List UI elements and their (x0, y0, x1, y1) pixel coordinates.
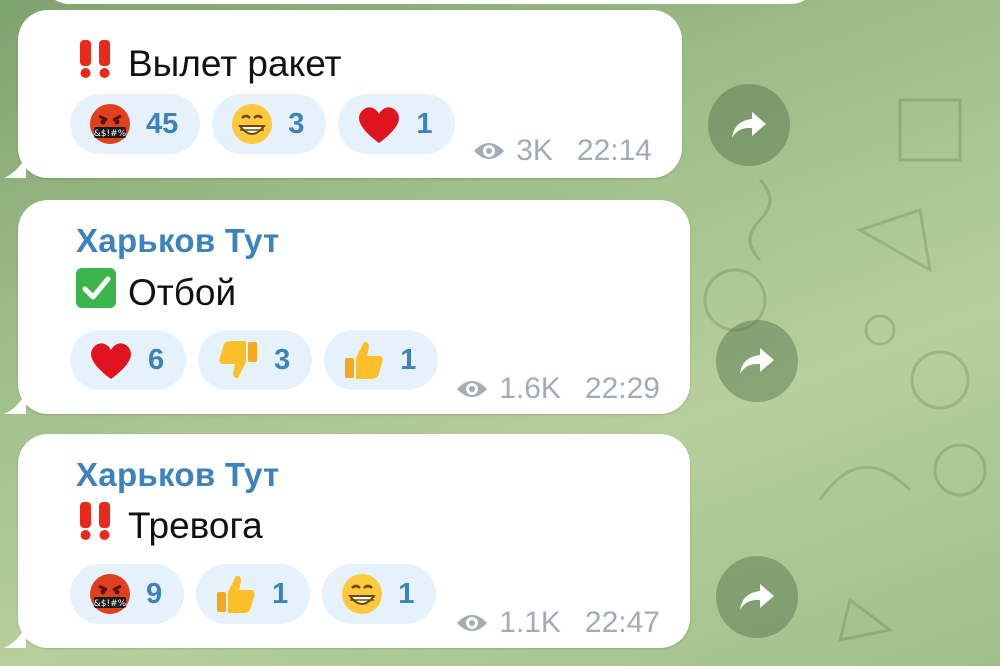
message-meta: 1.6K 22:29 (455, 372, 660, 406)
double-exclamation-icon (76, 502, 116, 549)
grinning-face-icon (232, 104, 273, 144)
red-heart-icon (91, 343, 131, 379)
message-meta: 3K 22:14 (472, 134, 652, 168)
message-bubble[interactable]: Вылет ракет &$!#% 45 3 1 3K 22:14 (4, 10, 682, 178)
sender-name[interactable]: Харьков Тут (76, 456, 280, 494)
red-heart-icon (359, 107, 400, 143)
message-text-content: Тревога (128, 504, 263, 546)
view-count: 1.1K (499, 606, 561, 639)
reaction-thumbs-up[interactable]: 1 (324, 330, 439, 390)
message-bubble[interactable]: Харьков Тут Тревога &$!#% 9 1 1 1.1K 22:… (4, 434, 690, 648)
reaction-count: 1 (398, 577, 415, 610)
reaction-red-heart[interactable]: 6 (70, 330, 187, 390)
bubble-tail (4, 392, 26, 414)
reaction-count: 3 (288, 107, 305, 140)
reactions-bar: 6 3 1 (70, 330, 439, 390)
reaction-thumbs-down[interactable]: 3 (198, 330, 313, 390)
svg-text:&$!#%: &$!#% (94, 129, 127, 139)
svg-text:&$!#%: &$!#% (94, 599, 127, 609)
message-meta: 1.1K 22:47 (455, 606, 660, 640)
message-text-content: Вылет ракет (128, 42, 342, 84)
share-arrow-icon (740, 348, 774, 374)
share-button[interactable] (716, 320, 798, 402)
reaction-thumbs-up[interactable]: 1 (196, 564, 311, 624)
check-mark-icon (76, 268, 116, 317)
bubble-tail (4, 156, 26, 178)
reaction-count: 1 (272, 577, 289, 610)
eye-icon (457, 381, 488, 397)
reaction-swearing-face[interactable]: &$!#% 45 (70, 94, 201, 154)
reaction-grinning-face[interactable]: 3 (212, 94, 327, 154)
reaction-grinning-face[interactable]: 1 (322, 564, 437, 624)
swearing-face-icon: &$!#% (90, 574, 130, 614)
view-count: 1.6K (499, 372, 561, 405)
reactions-bar: &$!#% 9 1 1 (70, 564, 437, 624)
reaction-count: 3 (274, 343, 291, 376)
reaction-count: 1 (416, 107, 433, 140)
reaction-swearing-face[interactable]: &$!#% 9 (70, 564, 185, 624)
share-arrow-icon (740, 584, 774, 610)
eye-icon (474, 143, 505, 159)
reaction-red-heart[interactable]: 1 (338, 94, 455, 154)
sender-name[interactable]: Харьков Тут (76, 222, 280, 260)
reaction-count: 1 (400, 343, 417, 376)
grinning-face-icon (342, 574, 383, 614)
share-button[interactable] (708, 84, 790, 166)
reaction-count: 9 (146, 577, 163, 610)
message-text-content: Отбой (128, 271, 237, 313)
eye-icon (457, 615, 488, 631)
thumbs-down-icon (219, 341, 258, 379)
message-time: 22:29 (584, 372, 660, 405)
reactions-bar: &$!#% 45 3 1 (70, 94, 455, 154)
share-button[interactable] (716, 556, 798, 638)
thumbs-up-icon (217, 575, 255, 613)
message-bubble[interactable]: Харьков Тут Отбой 6 3 1 1.6K 22:29 (4, 200, 690, 414)
message-time: 22:14 (576, 134, 652, 167)
message-time: 22:47 (584, 606, 660, 639)
double-exclamation-icon (76, 40, 116, 87)
share-arrow-icon (732, 112, 766, 138)
message-text: Отбой (76, 268, 236, 317)
message-text: Тревога (76, 502, 263, 549)
view-count: 3K (516, 134, 553, 167)
swearing-face-icon: &$!#% (90, 104, 130, 144)
thumbs-up-icon (345, 341, 383, 379)
previous-message-bottom (40, 0, 820, 4)
reaction-count: 45 (146, 107, 179, 140)
message-text: Вылет ракет (76, 40, 342, 87)
bubble-tail (4, 626, 26, 648)
reaction-count: 6 (148, 343, 165, 376)
